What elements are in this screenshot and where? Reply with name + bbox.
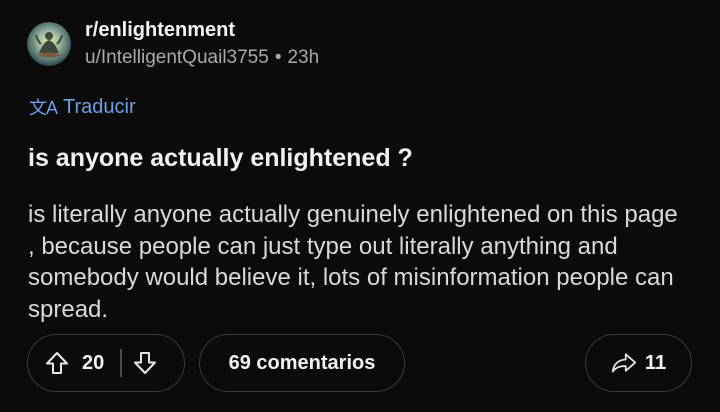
post-title[interactable]: is anyone actually enlightened ? [28,144,413,173]
share-count: 11 [644,351,667,374]
post-body: is literally anyone actually genuinely e… [28,201,678,323]
translate-icon: 文A [29,98,58,118]
downvote-button[interactable] [132,350,158,376]
post-header: r/enlightenment u/IntelligentQuail3755 • 2… [27,18,319,70]
share-arrow-icon [611,350,637,376]
arrow-up-icon [46,352,68,374]
post-actions: 20 69 comentarios 11 [0,334,720,394]
arrow-down-icon [133,352,156,374]
post-meta: r/enlightenment u/IntelligentQuail3755 • 2… [85,18,319,70]
comments-button[interactable]: 69 comentarios [199,334,405,392]
post-card: r/enlightenment u/IntelligentQuail3755 • 2… [0,0,720,412]
vote-control: 20 [27,334,185,392]
translate-button[interactable]: 文A Traducir [29,94,136,120]
byline-separator: • [274,47,282,68]
author-name[interactable]: u/IntelligentQuail3755 [85,47,269,68]
vote-divider [120,349,122,377]
vote-score: 20 [82,351,105,374]
post-byline: u/IntelligentQuail3755 • 23h [85,47,319,70]
subreddit-name[interactable]: r/enlightenment [85,18,319,42]
translate-label: Traducir [63,95,136,118]
upvote-button[interactable] [44,350,70,376]
post-age: 23h [287,47,320,68]
share-button[interactable]: 11 [585,334,692,392]
comments-label: 69 comentarios [228,351,376,374]
subreddit-avatar[interactable] [27,21,71,66]
